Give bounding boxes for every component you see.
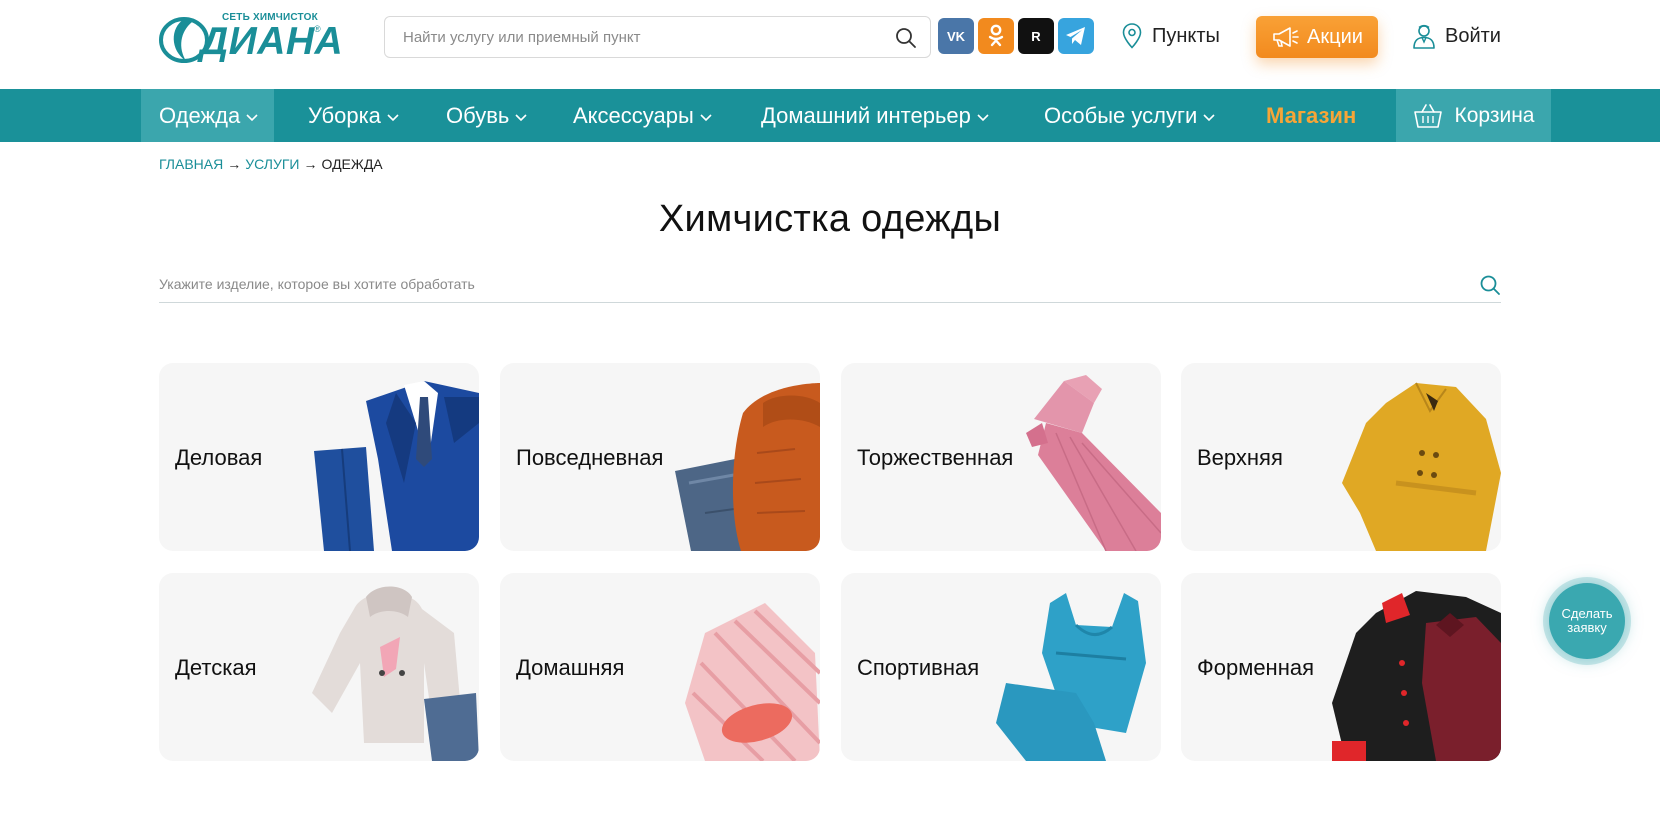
category-label: Форменная [1197,655,1315,680]
pickup-points-label: Пункты [1152,24,1220,47]
main-nav: Одежда Уборка Обувь Аксессуары Домашний … [0,89,1660,142]
nav-item-home-interior[interactable]: Домашний интерьер [761,89,989,142]
promotions-button[interactable]: Акции [1256,16,1378,58]
promotions-label: Акции [1307,25,1363,48]
category-card-homewear[interactable]: Домашняя [500,573,820,761]
pickup-points-link[interactable]: Пункты [1122,22,1220,50]
chevron-down-icon [515,113,527,121]
site-search [384,16,931,58]
nav-item-cleaning[interactable]: Уборка [308,89,399,142]
social-links: VK R [938,18,1094,54]
sportswear-image [996,593,1146,761]
breadcrumb-services[interactable]: Услуги [245,156,299,172]
chevron-down-icon [1203,113,1215,121]
category-card-formal[interactable]: Торжественная [841,363,1161,551]
category-label: Верхняя [1197,445,1283,470]
megaphone-icon [1273,27,1299,47]
category-label: Домашняя [516,655,625,680]
vk-icon[interactable]: VK [938,18,974,54]
breadcrumb-separator: → [303,156,318,172]
user-icon [1413,24,1435,49]
item-filter-input[interactable] [159,268,1449,300]
trench-coat-image [1342,382,1501,551]
breadcrumb-current: Одежда [321,156,383,172]
category-grid: Деловая Повседневная Торжественная Верхн… [159,363,1501,761]
chevron-down-icon [387,113,399,121]
search-icon[interactable] [1479,274,1501,296]
next-section-peek [159,818,609,830]
nav-item-shoes[interactable]: Обувь [446,89,527,142]
chevron-down-icon [700,113,712,121]
category-card-kids[interactable]: Детская [159,573,479,761]
nav-item-clothing[interactable]: Одежда [141,89,274,142]
telegram-icon[interactable] [1058,18,1094,54]
map-pin-icon [1122,23,1142,49]
category-card-casual[interactable]: Повседневная [500,363,820,551]
casual-clothes-image [675,383,820,551]
category-label: Повседневная [516,445,664,470]
basket-icon [1413,103,1442,128]
category-label: Детская [175,655,257,680]
nav-item-shop[interactable]: Магазин [1266,89,1356,142]
header: СЕТЬ ХИМЧИСТОК ДИАНА ® VK R [0,0,1660,89]
site-logo[interactable]: СЕТЬ ХИМЧИСТОК ДИАНА ® [158,10,343,66]
nav-item-special-services[interactable]: Особые услуги [1044,89,1215,142]
pajamas-image [685,603,820,761]
make-request-label: Сделать заявку [1561,606,1613,635]
rutube-icon[interactable]: R [1018,18,1054,54]
cart-label: Корзина [1454,103,1535,127]
nav-item-accessories[interactable]: Аксессуары [573,89,712,142]
chevron-down-icon [246,113,258,121]
category-card-uniform[interactable]: Форменная [1181,573,1501,761]
breadcrumb-separator: → [227,156,242,172]
category-card-outerwear[interactable]: Верхняя [1181,363,1501,551]
business-suit-image [314,381,479,551]
category-label: Спортивная [857,655,980,680]
search-input[interactable] [403,17,883,57]
chevron-down-icon [977,113,989,121]
cart-button[interactable]: Корзина [1396,89,1551,142]
login-label: Войти [1445,24,1501,47]
breadcrumb-home[interactable]: Главная [159,156,223,172]
make-request-button[interactable]: Сделать заявку [1549,583,1625,659]
category-label: Деловая [175,445,263,470]
page-title: Химчистка одежды [658,198,1002,240]
logo-name: ДИАНА [200,20,344,63]
category-label: Торжественная [857,445,1014,470]
login-link[interactable]: Войти [1412,22,1501,50]
category-card-business[interactable]: Деловая [159,363,479,551]
kids-sweater-image [312,586,479,761]
chef-uniform-image [1332,591,1501,761]
category-card-sportswear[interactable]: Спортивная [841,573,1161,761]
logo-registered: ® [314,24,321,34]
odnoklassniki-icon[interactable] [978,18,1014,54]
item-filter [159,268,1501,303]
breadcrumb: Главная → Услуги → Одежда [159,156,383,172]
search-icon[interactable] [894,26,918,50]
